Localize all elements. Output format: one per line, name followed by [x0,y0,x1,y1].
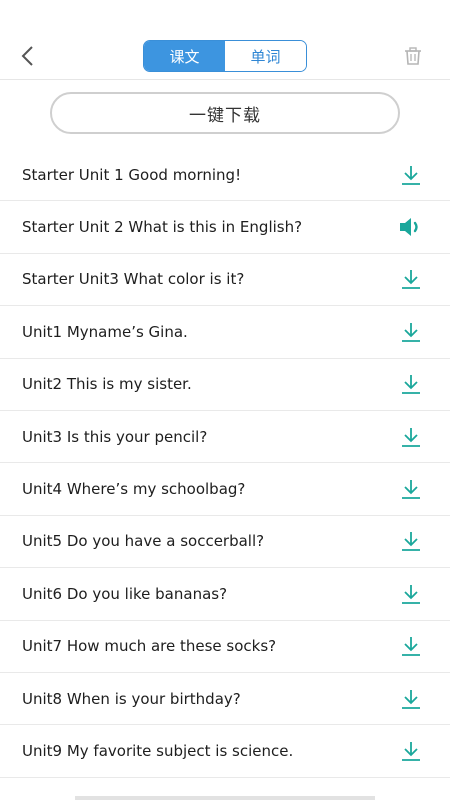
lesson-row[interactable]: Unit1 Myname’s Gina. [0,306,450,359]
download-icon [402,689,420,709]
download-icon [402,427,420,447]
download-icon [402,532,420,552]
delete-button[interactable] [402,45,424,67]
lesson-row[interactable]: Unit2 This is my sister. [0,359,450,411]
lesson-row[interactable]: Starter Unit3 What color is it? [0,254,450,307]
lesson-row[interactable]: Unit6 Do you like bananas? [0,568,450,621]
lesson-title: Unit4 Where’s my schoolbag? [22,480,246,499]
download-icon [402,637,420,657]
chevron-left-icon [21,46,33,66]
lesson-row[interactable]: Unit7 How much are these socks? [0,621,450,673]
lesson-title: Unit9 My favorite subject is science. [22,741,294,760]
lesson-title: Unit6 Do you like bananas? [22,584,228,603]
lesson-title: Unit1 Myname’s Gina. [22,322,188,341]
trash-icon [405,47,421,65]
lesson-row[interactable]: Unit4 Where’s my schoolbag? [0,463,450,516]
lesson-row[interactable]: Unit5 Do you have a soccerball? [0,516,450,569]
download-button[interactable] [396,684,426,714]
lesson-title: Unit8 When is your birthday? [22,689,241,708]
download-icon [402,584,420,604]
download-button[interactable] [396,317,426,347]
download-icon [402,270,420,290]
download-icon [402,741,420,761]
download-button[interactable] [396,264,426,294]
download-icon [402,322,420,342]
download-icon [402,375,420,395]
lesson-title: Starter Unit 2 What is this in English? [22,218,303,237]
speaker-icon [400,218,418,237]
download-button[interactable] [396,160,426,190]
lesson-title: Starter Unit3 What color is it? [22,270,245,289]
lesson-row[interactable]: Unit3 Is this your pencil? [0,411,450,464]
bottom-indicator [75,796,375,800]
download-button[interactable] [396,474,426,504]
audio-playing-button[interactable] [396,212,426,242]
download-button[interactable] [396,736,426,766]
lesson-row[interactable]: Starter Unit 1 Good morning! [0,149,450,202]
lesson-title: Unit3 Is this your pencil? [22,427,208,446]
download-button[interactable] [396,369,426,399]
download-button[interactable] [396,579,426,609]
download-all-button[interactable]: 一键下载 [50,92,400,134]
download-icon [402,480,420,499]
download-button[interactable] [396,422,426,452]
back-button[interactable] [14,42,42,70]
download-icon [402,165,420,185]
lesson-title: Starter Unit 1 Good morning! [22,165,242,184]
lesson-row[interactable]: Unit9 My favorite subject is science. [0,725,450,778]
top-bar: 课文 单词 [0,0,450,80]
tab-words[interactable]: 单词 [225,41,306,71]
download-button[interactable] [396,631,426,661]
lesson-title: Unit2 This is my sister. [22,375,192,394]
segment-control: 课文 单词 [143,40,307,72]
lesson-row[interactable]: Starter Unit 2 What is this in English? [0,201,450,254]
tab-text[interactable]: 课文 [144,41,225,71]
lesson-title: Unit5 Do you have a soccerball? [22,532,265,551]
lesson-title: Unit7 How much are these socks? [22,637,277,656]
lesson-list: Starter Unit 1 Good morning! Starter Unit… [0,149,450,778]
lesson-row[interactable]: Unit8 When is your birthday? [0,673,450,726]
download-button[interactable] [396,526,426,556]
